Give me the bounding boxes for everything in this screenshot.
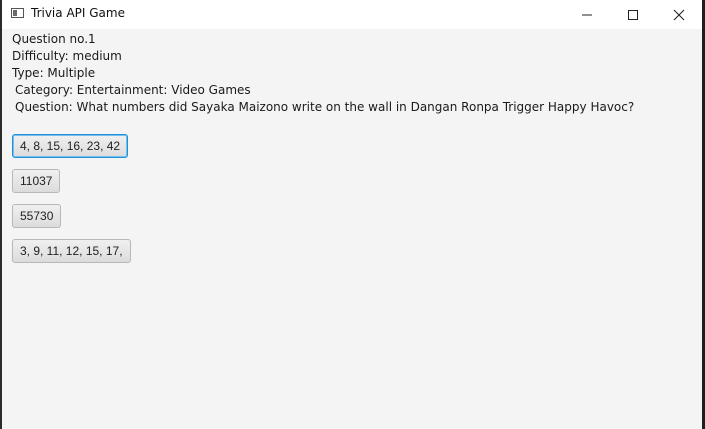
maximize-button[interactable] <box>610 0 656 29</box>
app-window-icon <box>11 8 24 18</box>
close-icon <box>673 9 685 20</box>
minimize-icon <box>582 14 592 15</box>
question-number: Question no.1 <box>12 32 96 46</box>
maximize-icon <box>628 9 638 20</box>
title-bar[interactable]: Trivia API Game <box>2 0 702 29</box>
difficulty-label: Difficulty: medium <box>12 49 122 63</box>
close-button[interactable] <box>656 0 702 29</box>
type-label: Type: Multiple <box>12 66 96 80</box>
answer-button-4[interactable]: 3, 9, 11, 12, 15, 17, <box>12 239 131 263</box>
answer-button-2[interactable]: 11037 <box>12 169 61 193</box>
answer-button-1[interactable]: 4, 8, 15, 16, 23, 42 <box>12 134 129 158</box>
app-window: Trivia API Game Question no.1 Difficulty… <box>2 0 702 429</box>
question-text: Question: What numbers did Sayaka Maizon… <box>15 100 635 114</box>
window-title: Trivia API Game <box>31 6 125 20</box>
answer-button-3[interactable]: 55730 <box>12 204 62 228</box>
question-info: Question no.1 Difficulty: medium Type: M… <box>12 31 692 116</box>
minimize-button[interactable] <box>564 0 610 29</box>
category-label: Category: Entertainment: Video Games <box>15 83 251 97</box>
